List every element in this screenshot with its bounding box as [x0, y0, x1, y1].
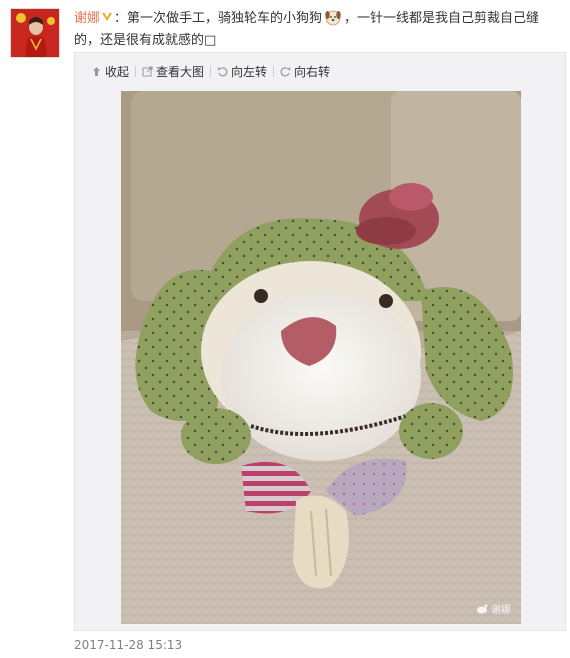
rotate-right-icon [280, 66, 291, 76]
rotate-left-button[interactable]: 向左转 [211, 63, 273, 80]
post-text: 谢娜 ：第一次做手工，骑独轮车的小狗狗 ，一针一线都是我自己剪裁自己缝的，还是很有成… [74, 8, 560, 52]
verified-v-icon [102, 13, 113, 21]
plush-dog-photo [121, 91, 521, 624]
view-large-label: 查看大图 [156, 64, 205, 79]
post-text-trailing-glyph: □ [204, 33, 217, 48]
avatar-image [11, 9, 59, 57]
weibo-logo-icon [477, 604, 488, 613]
collapse-button[interactable]: 收起 [85, 63, 135, 80]
collapse-label: 收起 [105, 64, 130, 79]
username-link[interactable]: 谢娜 [74, 11, 100, 26]
rotate-left-label: 向左转 [231, 64, 268, 79]
post-timestamp[interactable]: 2017-11-28 15:13 [74, 638, 182, 652]
post-text-part1: ：第一次做手工，骑独轮车的小狗狗 [114, 11, 323, 26]
rotate-right-label: 向右转 [294, 64, 331, 79]
external-view-icon [142, 66, 153, 76]
media-viewer: 收起 查看大图 向左转 向右转 谢娜 [74, 52, 566, 631]
view-large-button[interactable]: 查看大图 [136, 63, 210, 80]
rotate-left-icon [217, 66, 228, 76]
media-toolbar: 收起 查看大图 向左转 向右转 [85, 61, 336, 81]
rotate-right-button[interactable]: 向右转 [274, 63, 336, 80]
avatar[interactable] [10, 8, 60, 58]
watermark-text: 谢娜 [491, 605, 511, 616]
arrow-up-icon [93, 66, 100, 76]
dog-emoji-icon [325, 10, 341, 26]
photo-watermark: 谢娜 [477, 601, 511, 616]
post-photo[interactable]: 谢娜 [121, 91, 521, 624]
